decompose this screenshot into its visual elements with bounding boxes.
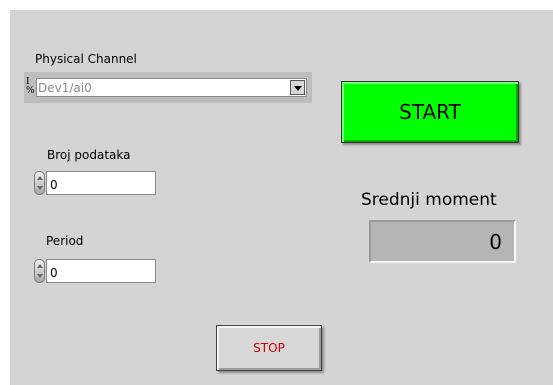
increment-decrement-icon[interactable] (34, 171, 45, 195)
decrement-arrow-icon[interactable] (37, 274, 43, 278)
period-label: Period (46, 234, 84, 248)
decrement-arrow-icon[interactable] (37, 186, 43, 190)
increment-arrow-icon[interactable] (37, 176, 43, 180)
physical-channel-field[interactable]: Dev1/ai0 (36, 78, 307, 97)
physical-channel-control[interactable]: I % Dev1/ai0 (24, 72, 312, 103)
srednji-moment-indicator: 0 (369, 220, 516, 263)
srednji-moment-value: 0 (489, 230, 502, 254)
increment-arrow-icon[interactable] (37, 264, 43, 268)
dropdown-arrow-icon[interactable] (290, 80, 305, 95)
start-button[interactable]: START (341, 81, 519, 143)
period-input[interactable] (46, 259, 156, 283)
broj-podataka-label: Broj podataka (47, 148, 131, 162)
srednji-moment-label: Srednji moment (361, 190, 497, 210)
physical-channel-label: Physical Channel (35, 52, 137, 66)
stop-button[interactable]: STOP (216, 325, 322, 371)
broj-podataka-input[interactable] (46, 171, 156, 195)
increment-decrement-icon[interactable] (34, 259, 45, 283)
io-name-icon: I % (26, 78, 36, 96)
io-icon-bottom: % (26, 86, 35, 96)
front-panel: Physical Channel I % Dev1/ai0 Broj podat… (0, 0, 553, 385)
physical-channel-value: Dev1/ai0 (38, 81, 92, 95)
